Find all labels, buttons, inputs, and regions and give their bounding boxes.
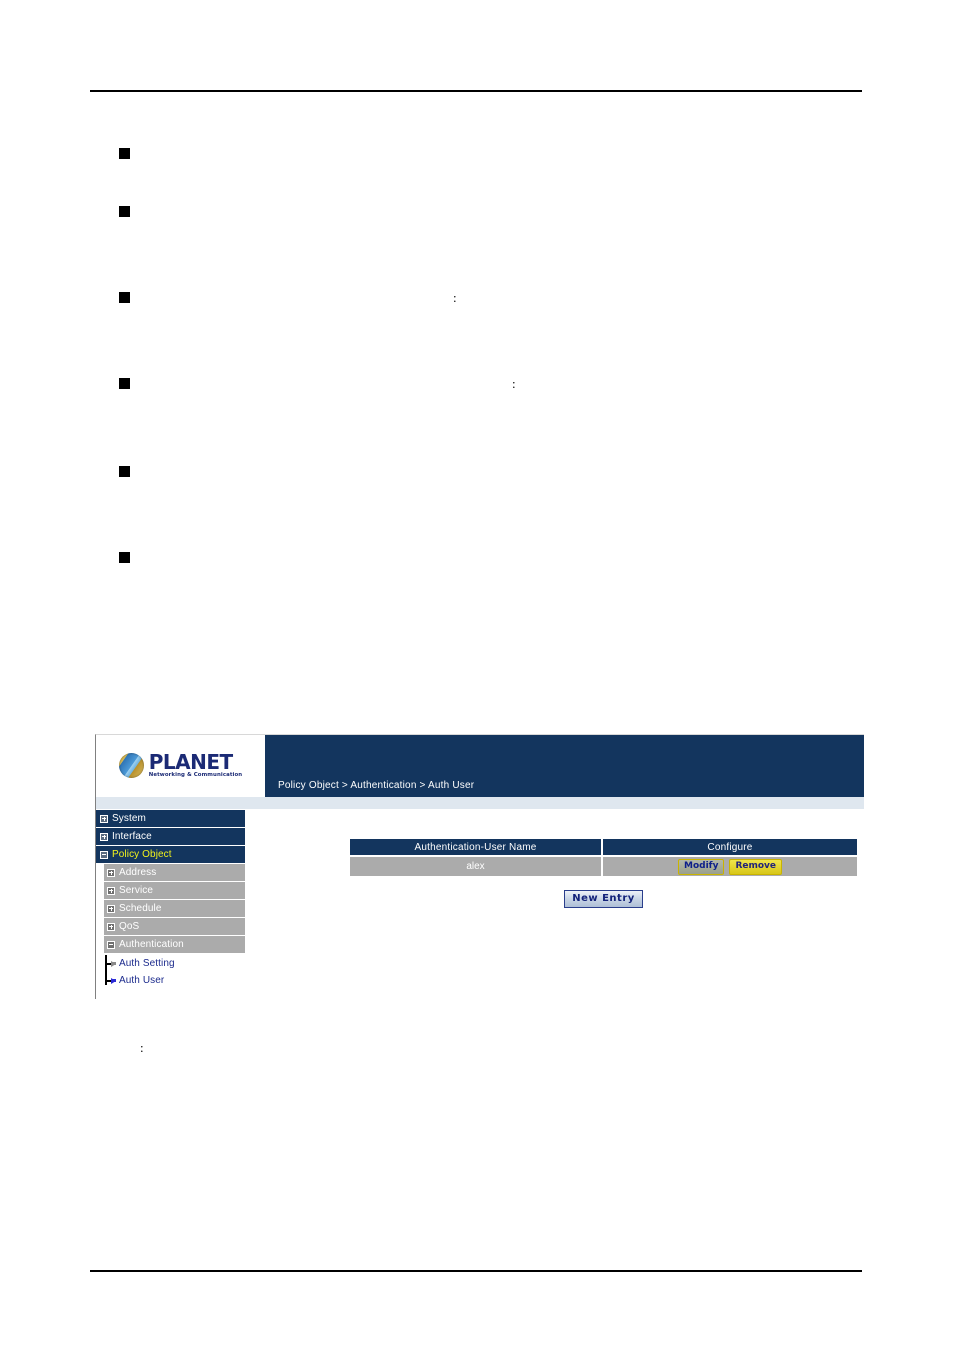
sidebar-item-qos[interactable]: QoS — [104, 918, 245, 935]
table-header-row: Authentication-User Name Configure — [350, 839, 857, 856]
bullet-marker-5 — [119, 466, 130, 477]
bullet-marker-3 — [119, 292, 130, 303]
sidebar-item-auth-user[interactable]: Auth User — [105, 972, 245, 989]
colon-mark-2: : — [512, 376, 516, 391]
action-button-group: Modify Remove — [604, 858, 856, 875]
sidebar-item-label: Address — [119, 867, 157, 878]
sidebar-item-label: Policy Object — [112, 849, 172, 860]
webui-header: PLANET Networking & Communication Policy… — [96, 735, 864, 797]
cell-user-name: alex — [350, 855, 603, 876]
arrow-right-icon — [111, 977, 116, 984]
minus-box-icon[interactable] — [100, 850, 108, 859]
bullet-marker-4 — [119, 378, 130, 389]
column-header-configure: Configure — [602, 839, 857, 856]
arrow-right-icon — [111, 960, 116, 967]
plus-box-icon[interactable] — [107, 868, 115, 877]
bullet-marker-1 — [119, 148, 130, 159]
sidebar-item-label: Schedule — [119, 903, 162, 914]
table-body: alex Modify Remove — [350, 855, 857, 876]
sidebar-item-interface[interactable]: Interface — [96, 828, 245, 845]
sidebar-item-authentication[interactable]: Authentication — [104, 936, 245, 953]
globe-icon — [118, 752, 144, 778]
page-header-rule — [90, 90, 862, 92]
colon-mark-3: : — [140, 1040, 144, 1055]
minus-box-icon[interactable] — [107, 940, 115, 949]
bullet-marker-6 — [119, 552, 130, 563]
sidebar-item-address[interactable]: Address — [104, 864, 245, 881]
sidebar-item-label: Authentication — [119, 939, 184, 950]
header-separator-strip — [96, 797, 864, 810]
brand-logo: PLANET Networking & Communication — [96, 735, 265, 797]
webui-body: System Interface Policy Object Address Serv… — [96, 810, 864, 999]
page-footer-rule — [90, 1270, 862, 1272]
plus-box-icon[interactable] — [100, 814, 108, 823]
column-header-user-name: Authentication-User Name — [350, 839, 603, 856]
sidebar-item-schedule[interactable]: Schedule — [104, 900, 245, 917]
sidebar-item-label: Interface — [112, 831, 152, 842]
remove-button[interactable]: Remove — [729, 858, 783, 875]
sidebar-item-label: Service — [119, 885, 154, 896]
sidebar-item-system[interactable]: System — [96, 810, 245, 827]
brand-name: PLANET — [148, 749, 233, 774]
brand-tagline: Networking & Communication — [148, 771, 243, 778]
sidebar-nav: System Interface Policy Object Address Serv… — [96, 810, 245, 989]
sidebar-item-label: QoS — [119, 921, 140, 932]
sidebar-item-label: Auth User — [119, 975, 165, 986]
new-entry-area: New Entry — [350, 890, 857, 908]
breadcrumb: Policy Object > Authentication > Auth Us… — [278, 780, 475, 791]
colon-mark-1: : — [453, 290, 457, 305]
plus-box-icon[interactable] — [100, 832, 108, 841]
main-content: Authentication-User Name Configure alex Mo… — [245, 810, 864, 999]
sidebar-item-label: Auth Setting — [119, 958, 175, 969]
auth-user-table: Authentication-User Name Configure alex Mo… — [350, 839, 857, 876]
plus-box-icon[interactable] — [107, 886, 115, 895]
plus-box-icon[interactable] — [107, 904, 115, 913]
new-entry-button[interactable]: New Entry — [564, 890, 643, 908]
bullet-marker-2 — [119, 206, 130, 217]
sidebar-item-label: System — [112, 813, 146, 824]
plus-box-icon[interactable] — [107, 922, 115, 931]
device-webui-screenshot: PLANET Networking & Communication Policy… — [95, 734, 864, 999]
modify-button[interactable]: Modify — [677, 858, 725, 875]
sidebar-item-service[interactable]: Service — [104, 882, 245, 899]
sidebar-item-auth-setting[interactable]: Auth Setting — [105, 955, 245, 972]
sidebar-subtree: Auth Setting Auth User — [96, 955, 245, 989]
table-row: alex Modify Remove — [350, 855, 857, 876]
sidebar-item-policy-object[interactable]: Policy Object — [96, 846, 245, 863]
cell-configure: Modify Remove — [602, 855, 857, 876]
